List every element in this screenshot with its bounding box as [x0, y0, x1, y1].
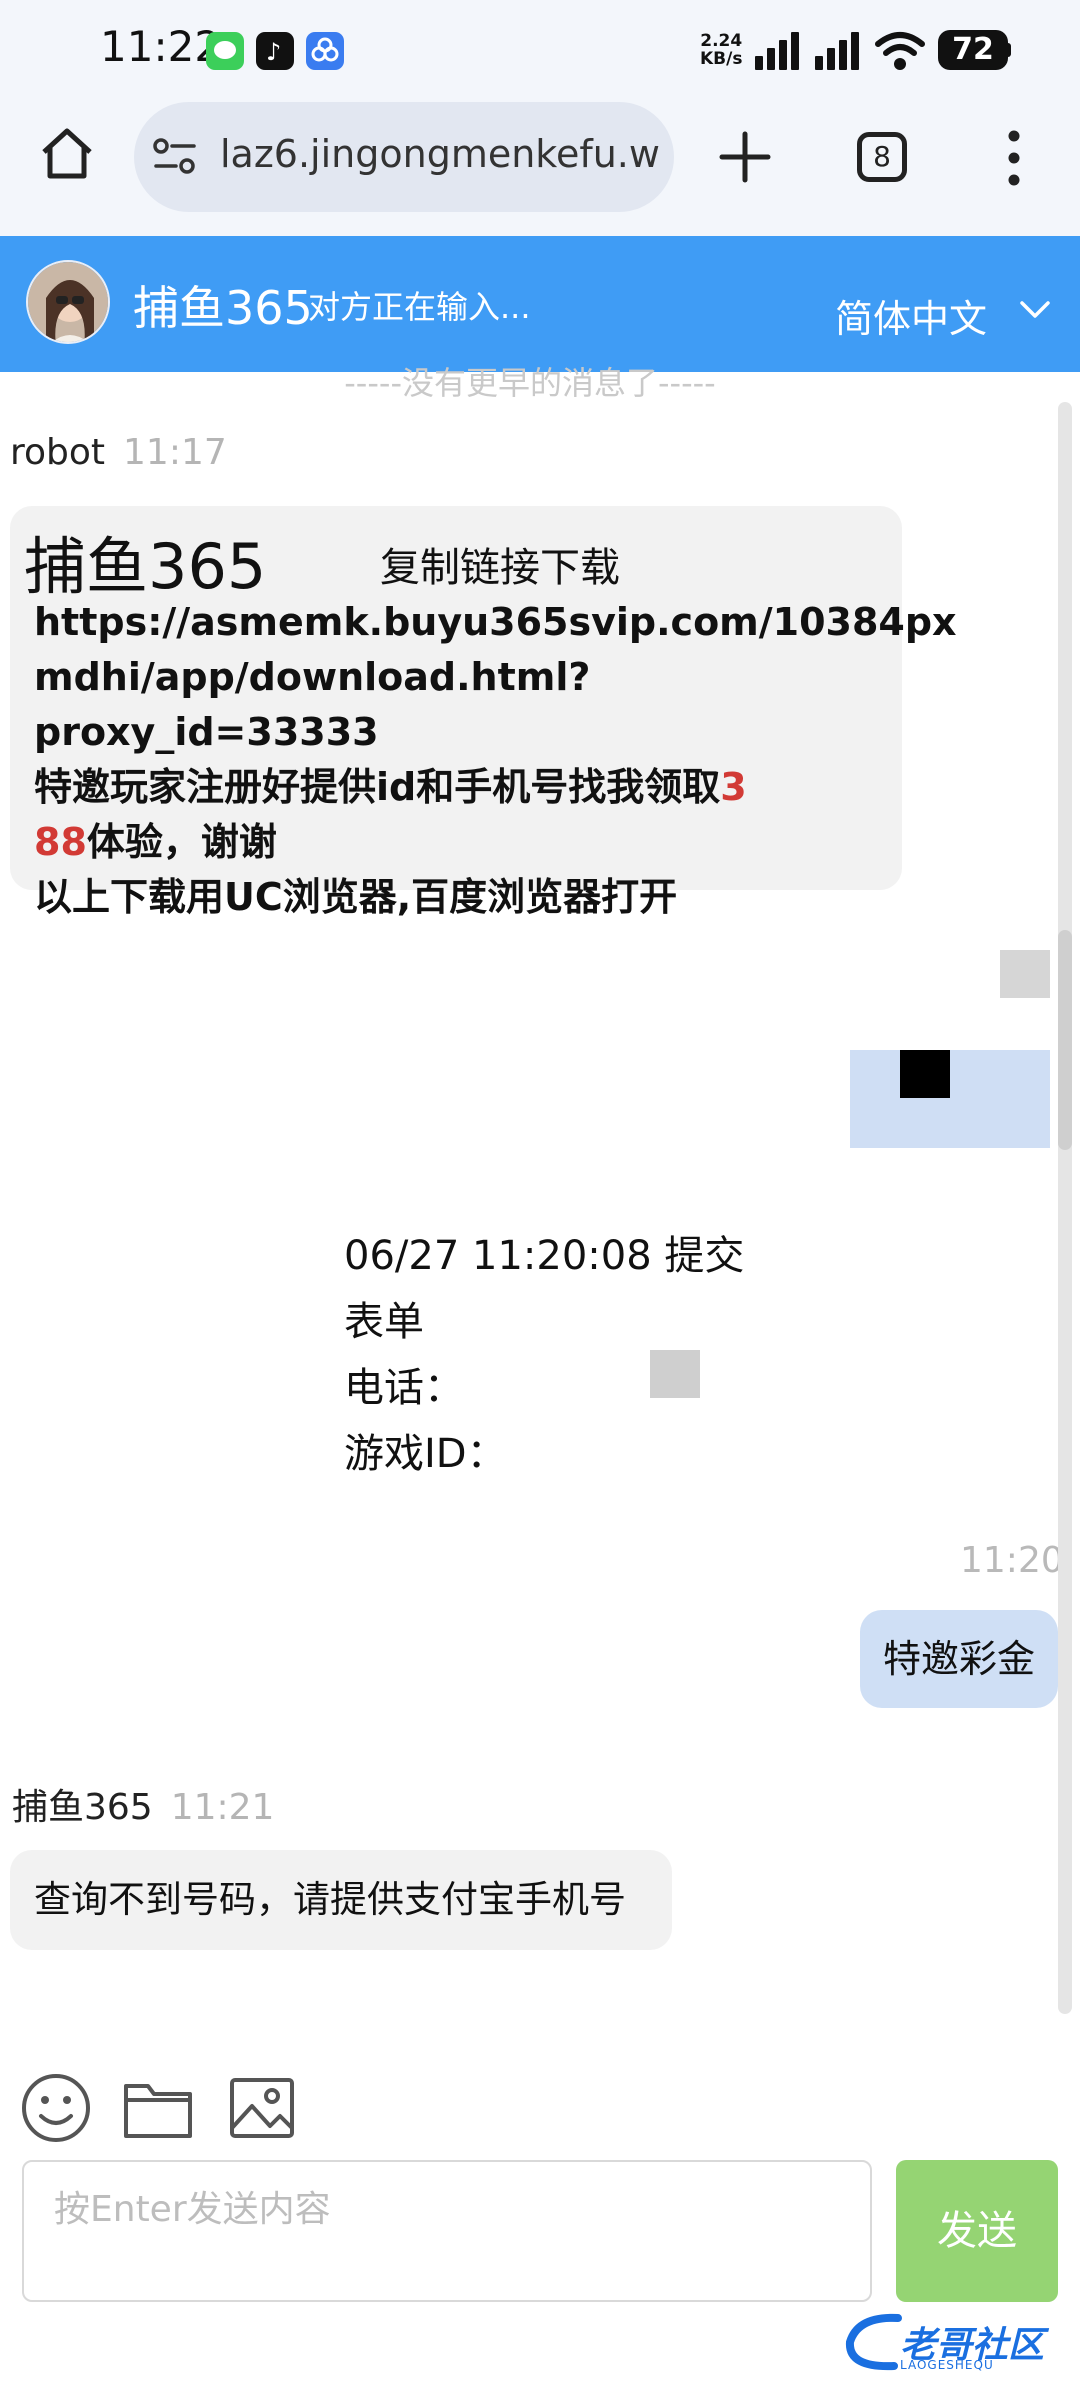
- promo-line-2: 88体验，谢谢: [34, 815, 884, 870]
- promo-text: 特邀玩家注册好提供id和手机号找我领取: [34, 765, 721, 809]
- image-icon[interactable]: [226, 2072, 298, 2144]
- network-speed: 2.24 KB/s: [700, 32, 742, 68]
- form-timestamp: 06/27 11:20:08 提交: [344, 1233, 745, 1279]
- no-earlier-messages: -----没有更早的消息了-----: [344, 364, 716, 402]
- message-time: 11:17: [123, 432, 227, 473]
- redacted-block: [650, 1350, 700, 1398]
- form-label: 表单: [344, 1299, 424, 1345]
- scrollbar-thumb[interactable]: [1058, 930, 1072, 1150]
- promo-amount-b: 88: [34, 820, 87, 864]
- promo-amount-a: 3: [720, 765, 747, 809]
- tiktok-icon: ♪: [256, 32, 294, 70]
- url-text[interactable]: laz6.jingongmenkefu.world: [220, 132, 660, 176]
- redacted-block: [1000, 950, 1050, 998]
- message-input[interactable]: 按Enter发送内容: [22, 2160, 872, 2302]
- download-link[interactable]: https://asmemk.buyu365svip.com/10384px m…: [34, 595, 957, 760]
- messages-icon: [206, 32, 244, 70]
- wifi-icon: [874, 30, 926, 72]
- net-speed-value: 2.24: [700, 31, 743, 51]
- message-body: https://asmemk.buyu365svip.com/10384px m…: [34, 595, 957, 925]
- folder-icon[interactable]: [122, 2072, 194, 2144]
- watermark-subtext: LAOGESHEQU: [900, 2358, 994, 2372]
- message-bubble-agent: 查询不到号码，请提供支付宝手机号: [10, 1850, 672, 1950]
- chevron-down-icon[interactable]: [1018, 298, 1052, 322]
- new-tab-icon[interactable]: [718, 130, 772, 184]
- language-selector[interactable]: 简体中文: [835, 288, 987, 343]
- status-time: 11:22: [100, 22, 222, 71]
- message-time: 11:20: [960, 1540, 1064, 1581]
- cloud-app-icon: [306, 32, 344, 70]
- form-game-id: 游戏ID：: [344, 1431, 507, 1477]
- sender-name: 捕鱼365: [12, 1787, 153, 1828]
- message-heading: 捕鱼365: [24, 530, 267, 603]
- url-line-1[interactable]: https://asmemk.buyu365svip.com/10384px: [34, 595, 957, 650]
- send-button[interactable]: 发送: [896, 2160, 1058, 2302]
- message-time: 11:21: [170, 1787, 275, 1828]
- redacted-block: [900, 1050, 950, 1098]
- svg-text:♪: ♪: [266, 38, 281, 66]
- message-meta: robot 11:17: [10, 432, 227, 473]
- url-line-2[interactable]: mdhi/app/download.html?proxy_id=33333: [34, 650, 884, 760]
- chat-header: 捕鱼365 对方正在输入... 简体中文: [0, 236, 1080, 372]
- sender-name: robot: [10, 432, 106, 473]
- chat-title: 捕鱼365: [133, 281, 313, 335]
- browser-toolbar: laz6.jingongmenkefu.world 8: [0, 100, 1080, 236]
- copy-link-label: 复制链接下载: [380, 545, 620, 591]
- net-speed-unit: KB/s: [700, 49, 743, 69]
- site-settings-icon[interactable]: [152, 136, 198, 178]
- home-icon[interactable]: [38, 124, 96, 182]
- battery-cap: [1006, 43, 1011, 57]
- promo-thanks: 体验，谢谢: [86, 820, 277, 864]
- image-message[interactable]: [850, 1050, 1050, 1148]
- browser-hint: 以上下载用UC浏览器,百度浏览器打开: [34, 875, 678, 919]
- battery-icon: 72: [938, 30, 1008, 70]
- more-menu-icon[interactable]: [1002, 128, 1026, 188]
- status-bar: 11:22 ♪ 2.24 KB/s 72: [0, 0, 1080, 100]
- avatar[interactable]: [26, 260, 110, 344]
- typing-status: 对方正在输入...: [308, 288, 531, 326]
- message-meta: 捕鱼365 11:21: [12, 1778, 274, 1830]
- tab-switcher-button[interactable]: 8: [857, 132, 907, 182]
- promo-line: 特邀玩家注册好提供id和手机号找我领取3: [34, 760, 884, 815]
- message-bubble-self: 特邀彩金: [860, 1610, 1058, 1708]
- emoji-icon[interactable]: [20, 2072, 92, 2144]
- scrollbar-track[interactable]: [1058, 402, 1072, 2014]
- signal-2-icon: [815, 32, 867, 70]
- signal-icon: [755, 32, 807, 70]
